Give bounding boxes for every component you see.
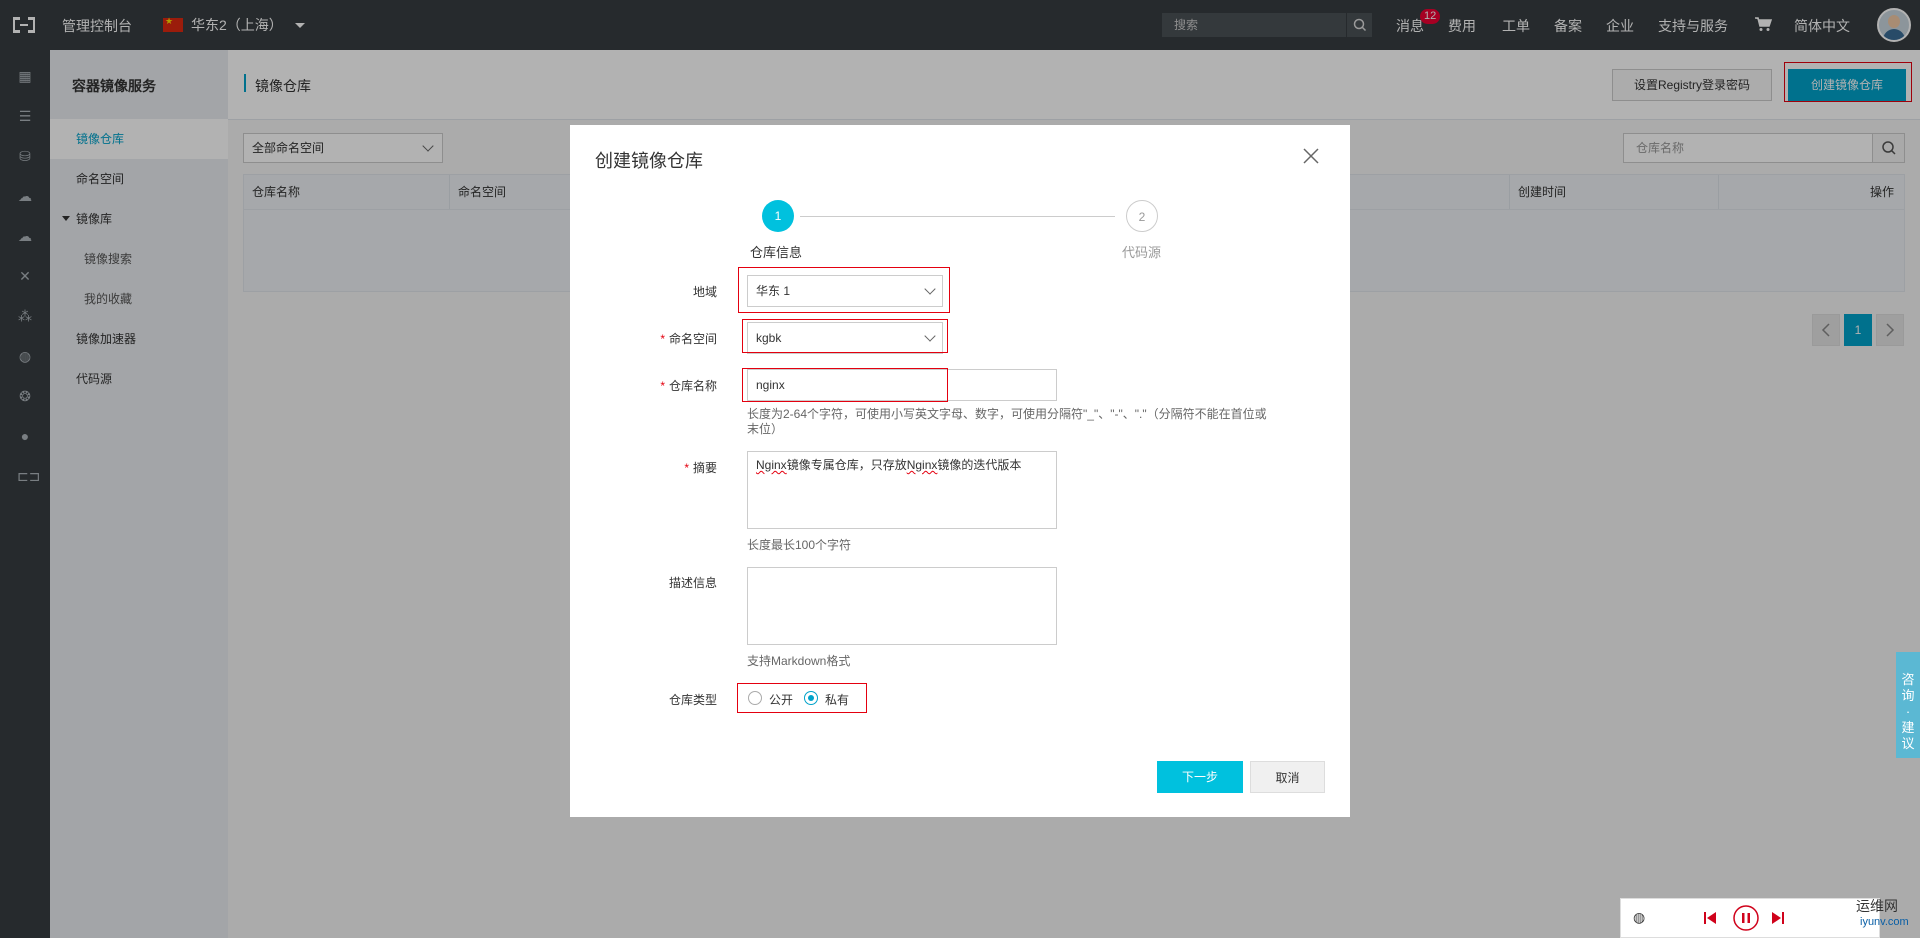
repo-name-label-text: 仓库名称 [668,379,717,393]
namespace-label-text: 命名空间 [668,332,717,346]
create-repo-dialog: 创建镜像仓库 1 2 仓库信息 代码源 地域 华东 1 * 命名空间 kgbk *… [570,125,1350,817]
region-select[interactable]: 华东 1 [747,275,943,307]
namespace-select[interactable]: kgbk [747,322,943,354]
consult-feedback-tab[interactable]: 咨 询 · 建 议 [1896,652,1920,758]
media-player-widget: ◍ [1620,898,1880,938]
previous-track-icon[interactable] [1703,911,1717,925]
required-marker: * [684,461,689,475]
required-marker: * [660,332,665,346]
chevron-down-icon [924,330,936,342]
public-radio-label[interactable]: 公开 [769,691,793,708]
consult-char: 建 [1901,720,1915,735]
region-value: 华东 1 [756,284,791,298]
description-hint: 支持Markdown格式 [747,654,851,668]
repo-name-label: * 仓库名称 [627,377,717,394]
private-radio-label[interactable]: 私有 [825,691,849,708]
consult-char: 议 [1901,736,1915,751]
cancel-button[interactable]: 取消 [1250,761,1325,793]
summary-textarea[interactable]: Nginx镜像专属仓库，只存放Nginx镜像的迭代版本 [747,451,1057,529]
consult-char: 询 [1901,688,1915,703]
step-2-indicator: 2 [1126,200,1158,232]
private-radio[interactable] [804,691,818,705]
namespace-value: kgbk [756,331,782,345]
watermark-text: 运维网 [1856,898,1898,914]
step-2-label: 代码源 [1122,245,1162,260]
repo-name-hint: 长度为2-64个字符，可使用小写英文字母、数字，可使用分隔符"_"、"-"、".… [747,407,1267,436]
summary-text: 镜像的迭代版本 [937,458,1022,472]
namespace-label: * 命名空间 [627,330,717,347]
step-1-indicator: 1 [762,200,794,232]
summary-word: Nginx [906,458,938,472]
summary-hint: 长度最长100个字符 [747,538,852,552]
description-textarea[interactable] [747,567,1057,645]
next-track-icon[interactable] [1771,911,1785,925]
public-radio[interactable] [748,691,762,705]
summary-label-text: 摘要 [692,461,717,475]
dialog-title: 创建镜像仓库 [595,151,703,171]
repo-type-label: 仓库类型 [668,693,717,707]
player-logo-icon: ◍ [1633,909,1646,925]
summary-label: * 摘要 [627,459,717,476]
step-1-label: 仓库信息 [750,245,803,260]
step-connector [800,216,1115,217]
chevron-down-icon [924,283,936,295]
consult-char: · [1905,704,1911,719]
repo-name-input[interactable]: nginx [747,369,1057,401]
summary-word: Nginx [756,458,787,472]
pause-icon[interactable] [1733,905,1759,931]
required-marker: * [660,379,665,393]
watermark-domain: iyunv.com [1860,916,1909,928]
watermark: 运维网 iyunv.com [1856,896,1909,928]
next-step-button[interactable]: 下一步 [1157,761,1243,793]
region-label: 地域 [692,285,717,299]
close-icon[interactable] [1300,145,1322,167]
description-label: 描述信息 [668,576,717,590]
consult-char: 咨 [1901,672,1915,687]
summary-text: 镜像专属仓库，只存放 [786,458,907,472]
